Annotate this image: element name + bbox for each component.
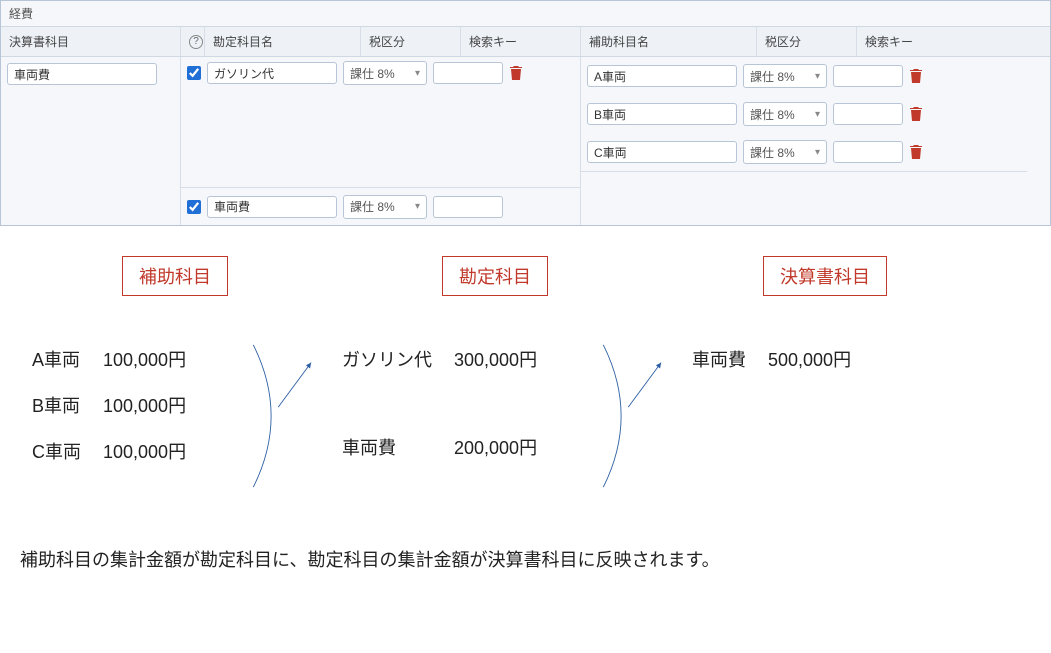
hojo-row-0: 課仕 8%: [581, 57, 1027, 95]
kanjo-row-0: 課仕 8%: [181, 57, 580, 187]
hojo-name-0[interactable]: [587, 65, 737, 87]
trash-icon[interactable]: [909, 106, 923, 122]
diagram-area: 補助科目 勘定科目 決算書科目 A車両100,000円 B車両100,000円 …: [0, 226, 1051, 516]
list-item: 車両費500,000円: [682, 338, 861, 382]
kanjo-check-0[interactable]: [187, 66, 201, 80]
list-item: B車両100,000円: [22, 384, 196, 428]
diagram-columns: A車両100,000円 B車両100,000円 C車両100,000円 ガソリン…: [20, 336, 1031, 496]
hojo-group: 課仕 8% 課仕 8% 課仕 8%: [581, 57, 1027, 225]
hojo-zei-select-1[interactable]: 課仕 8%: [743, 102, 827, 126]
kanjo-group: 課仕 8% 課仕 8%: [181, 57, 581, 225]
diagram-kanjo-col: ガソリン代300,000円 車両費200,000円: [330, 336, 580, 472]
diagram-hojo-col: A車両100,000円 B車両100,000円 C車両100,000円: [20, 336, 230, 476]
hojo-row-1: 課仕 8%: [581, 95, 1027, 133]
hojo-name-1[interactable]: [587, 103, 737, 125]
hojo-row-2: 課仕 8%: [581, 133, 1027, 171]
grid-header-row: 決算書科目 ? 勘定科目名 税区分 検索キー 補助科目名 税区分 検索キー: [1, 27, 1050, 57]
kanjo-row-1: 課仕 8%: [181, 187, 580, 225]
kanjo-zei-select-0[interactable]: 課仕 8%: [343, 61, 427, 85]
caption-text: 補助科目の集計金額が勘定科目に、勘定科目の集計金額が決算書科目に反映されます。: [20, 546, 1051, 572]
grid-body: 課仕 8% 課仕 8%: [1, 57, 1050, 225]
header-kessan: 決算書科目: [1, 27, 181, 56]
box-hojo: 補助科目: [122, 256, 228, 296]
panel-title: 経費: [1, 1, 1050, 27]
list-item: A車両100,000円: [22, 338, 196, 382]
hojo-kensaku-1[interactable]: [833, 103, 903, 125]
arrow-kanjo-to-kessan: [590, 336, 670, 496]
header-kensaku: 検索キー: [461, 27, 581, 56]
header-help: ?: [181, 27, 205, 56]
hojo-kensaku-2[interactable]: [833, 141, 903, 163]
header-zei2: 税区分: [757, 27, 857, 56]
hojo-name-2[interactable]: [587, 141, 737, 163]
header-zei: 税区分: [361, 27, 461, 56]
box-kanjo: 勘定科目: [442, 256, 548, 296]
help-icon[interactable]: ?: [189, 35, 203, 49]
header-kanjo: 勘定科目名: [205, 27, 361, 56]
diagram-kessan-col: 車両費500,000円: [680, 336, 920, 384]
hojo-kensaku-0[interactable]: [833, 65, 903, 87]
list-item: C車両100,000円: [22, 430, 196, 474]
kessan-input[interactable]: [7, 63, 157, 85]
list-item: 車両費200,000円: [332, 426, 547, 470]
trash-icon[interactable]: [509, 65, 523, 81]
list-item: ガソリン代300,000円: [332, 338, 547, 382]
kanjo-zei-select-1[interactable]: 課仕 8%: [343, 195, 427, 219]
kanjo-check-1[interactable]: [187, 200, 201, 214]
kanjo-kensaku-0[interactable]: [433, 62, 503, 84]
kessan-cell: [1, 57, 181, 225]
account-grid: 決算書科目 ? 勘定科目名 税区分 検索キー 補助科目名 税区分 検索キー: [1, 27, 1050, 225]
kanjo-name-0[interactable]: [207, 62, 337, 84]
hojo-row-empty: [581, 171, 1027, 209]
hojo-zei-select-0[interactable]: 課仕 8%: [743, 64, 827, 88]
header-hojo: 補助科目名: [581, 27, 757, 56]
kanjo-name-1[interactable]: [207, 196, 337, 218]
trash-icon[interactable]: [909, 68, 923, 84]
expense-panel: 経費 決算書科目 ? 勘定科目名 税区分 検索キー 補助科目名 税区分 検索キー: [0, 0, 1051, 226]
kanjo-kensaku-1[interactable]: [433, 196, 503, 218]
box-kessan: 決算書科目: [763, 256, 887, 296]
hojo-zei-select-2[interactable]: 課仕 8%: [743, 140, 827, 164]
trash-icon[interactable]: [909, 144, 923, 160]
header-kensaku2: 検索キー: [857, 27, 1027, 56]
arrow-hojo-to-kanjo: [240, 336, 320, 496]
